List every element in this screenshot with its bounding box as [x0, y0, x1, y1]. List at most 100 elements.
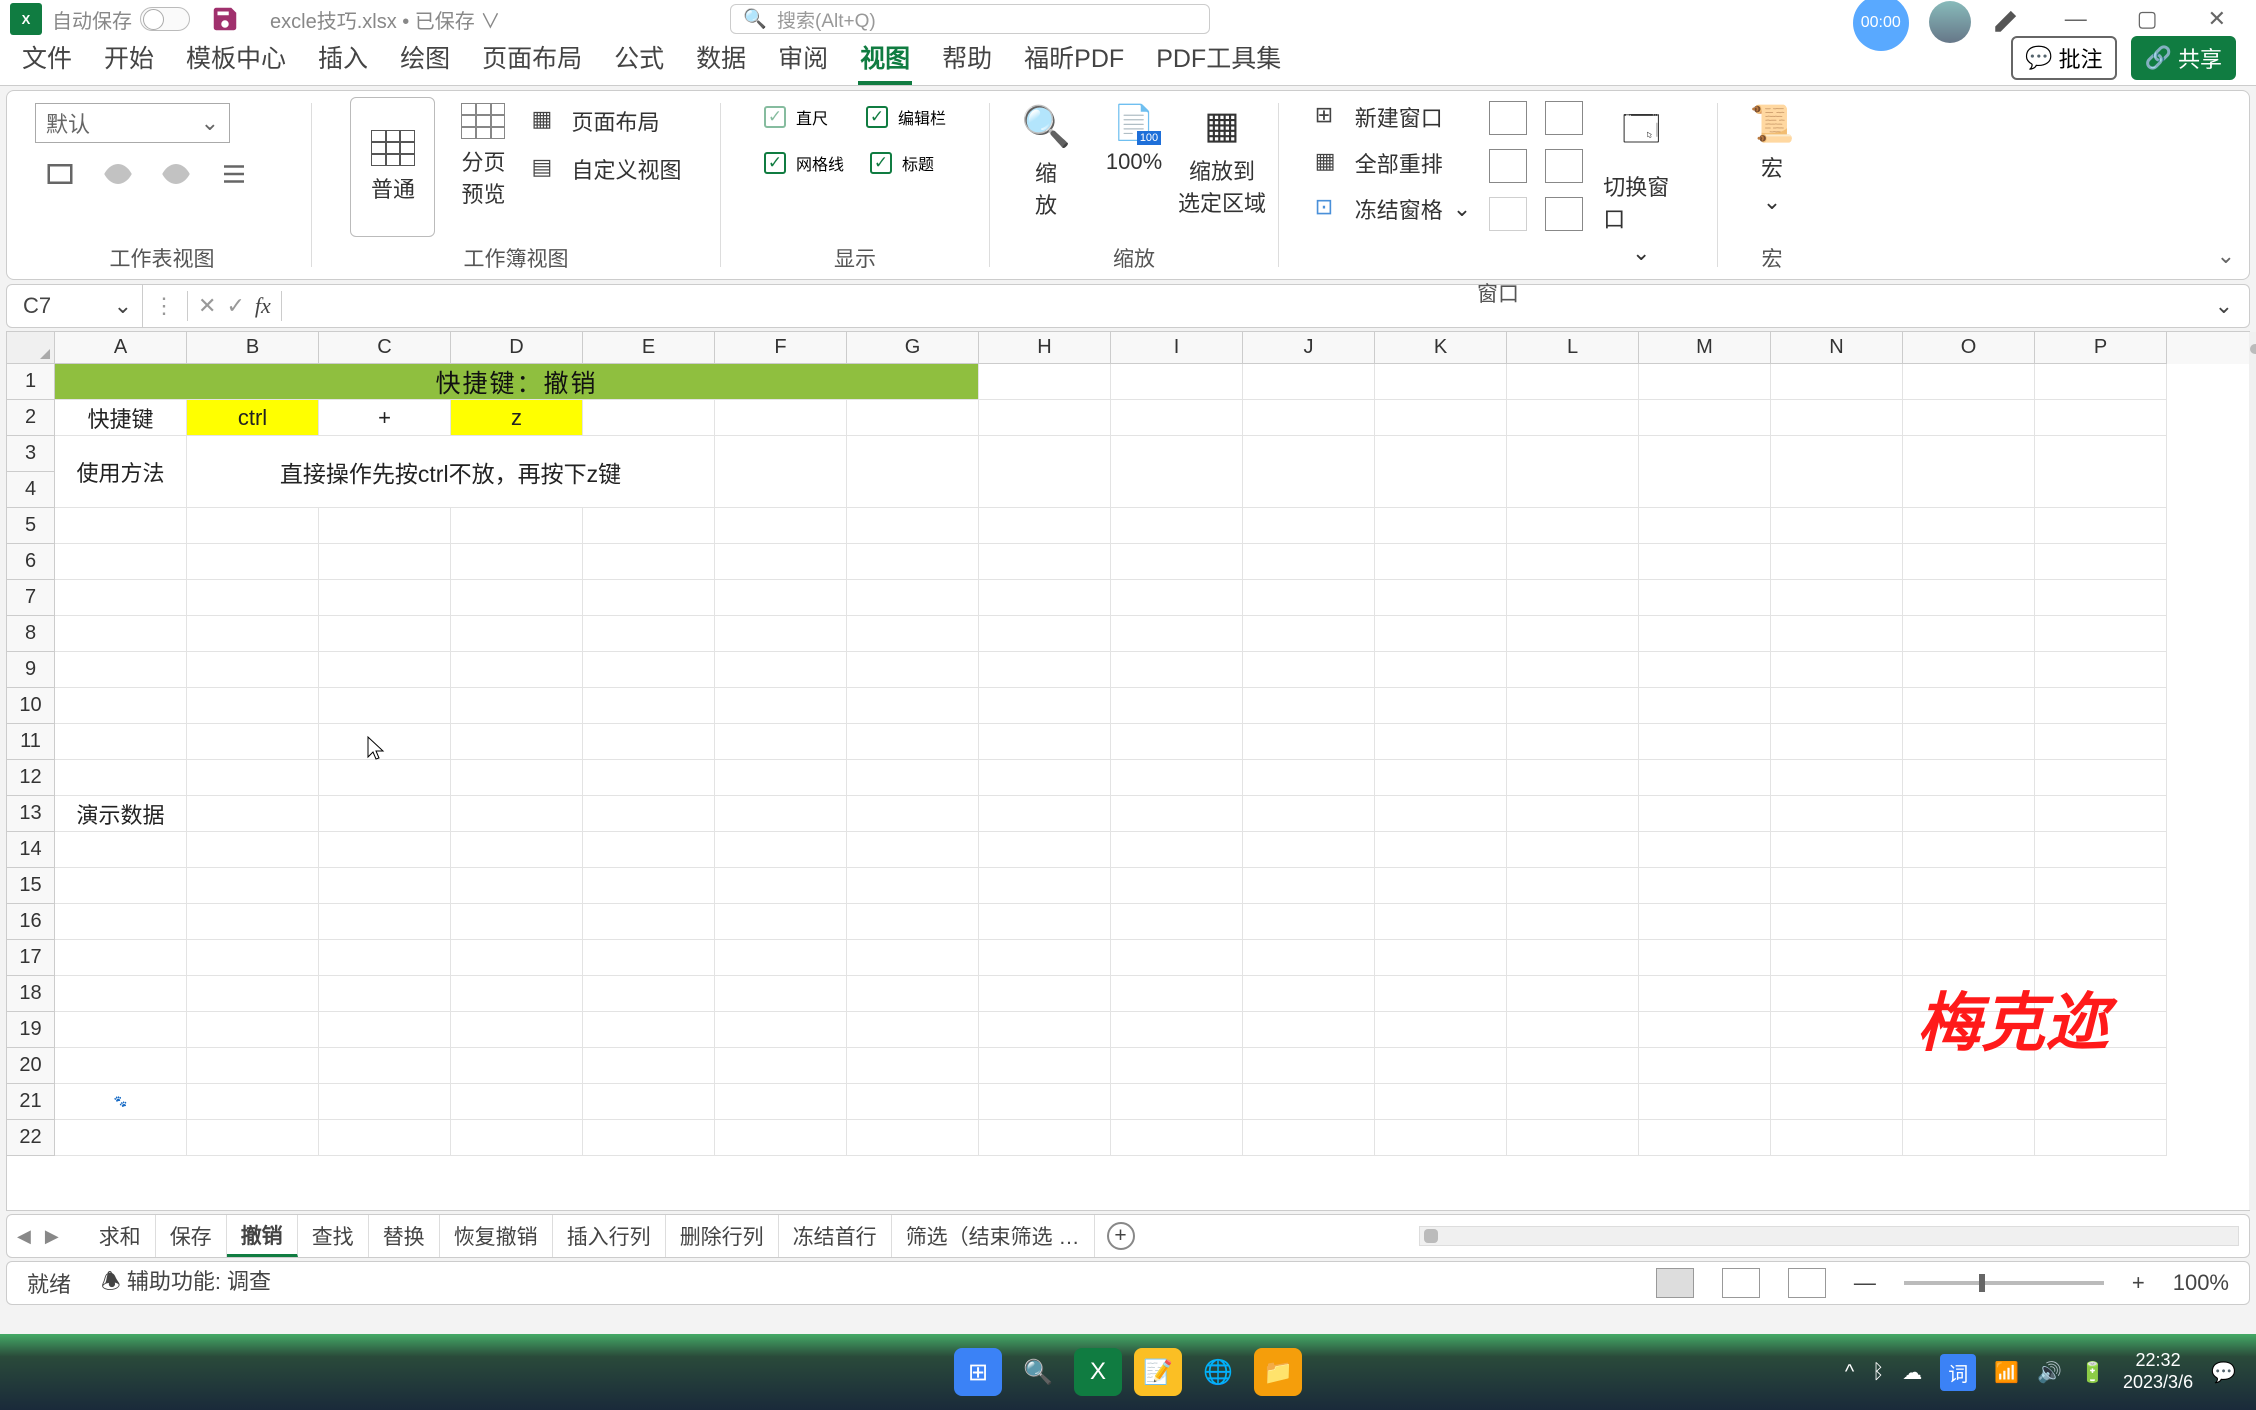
cell[interactable] [715, 580, 847, 616]
exit-icon[interactable] [101, 159, 135, 189]
col-header[interactable]: I [1111, 332, 1243, 364]
sheet-tab[interactable]: 替换 [369, 1215, 440, 1257]
cell[interactable] [583, 868, 715, 904]
cell[interactable] [1111, 1120, 1243, 1156]
search-input[interactable]: 🔍 搜索(Alt+Q) [730, 4, 1210, 34]
wifi-icon[interactable]: 📶 [1994, 1360, 2019, 1385]
cell[interactable] [319, 1048, 451, 1084]
cell[interactable] [1639, 904, 1771, 940]
cell[interactable]: z [451, 400, 583, 436]
row-header[interactable]: 19 [7, 1012, 55, 1048]
cell[interactable] [1639, 976, 1771, 1012]
cell[interactable] [2035, 364, 2167, 400]
macros-button[interactable]: 📜宏⌄ [1732, 97, 1812, 221]
row-header[interactable]: 4 [7, 472, 55, 508]
cell[interactable] [1375, 868, 1507, 904]
cell[interactable] [1507, 1012, 1639, 1048]
cell[interactable] [979, 796, 1111, 832]
cell[interactable] [55, 544, 187, 580]
cell[interactable] [1507, 508, 1639, 544]
cell[interactable] [1111, 724, 1243, 760]
cell[interactable] [319, 580, 451, 616]
cell[interactable] [1243, 364, 1375, 400]
cell[interactable] [1639, 760, 1771, 796]
cell[interactable] [1639, 364, 1771, 400]
cell[interactable] [1375, 760, 1507, 796]
cell[interactable] [583, 1120, 715, 1156]
cell[interactable] [1111, 652, 1243, 688]
cell[interactable] [1375, 904, 1507, 940]
cell[interactable] [1375, 1084, 1507, 1120]
cell[interactable] [1507, 436, 1639, 508]
cell[interactable]: + [319, 400, 451, 436]
cell[interactable] [2035, 436, 2167, 508]
cell[interactable] [583, 904, 715, 940]
cell[interactable] [451, 724, 583, 760]
cell[interactable] [319, 976, 451, 1012]
cell[interactable] [847, 1084, 979, 1120]
cell[interactable] [1375, 364, 1507, 400]
cell[interactable]: ctrl [187, 400, 319, 436]
cell[interactable] [583, 400, 715, 436]
close-icon[interactable]: ✕ [2208, 6, 2226, 32]
tab-layout[interactable]: 页面布局 [480, 35, 584, 85]
cell[interactable] [187, 832, 319, 868]
cell[interactable] [1243, 976, 1375, 1012]
cell[interactable] [1243, 616, 1375, 652]
cell[interactable] [2035, 652, 2167, 688]
row-header[interactable]: 1 [7, 364, 55, 400]
cell[interactable] [1375, 1120, 1507, 1156]
cell[interactable] [1507, 616, 1639, 652]
cell[interactable] [319, 688, 451, 724]
file-name[interactable]: excle技巧.xlsx • 已保存 ∨ [270, 5, 500, 34]
pagelayout-view-icon[interactable] [1722, 1268, 1760, 1298]
cell[interactable] [979, 724, 1111, 760]
cell[interactable] [979, 616, 1111, 652]
cell[interactable] [715, 940, 847, 976]
row-header[interactable]: 14 [7, 832, 55, 868]
ruler-checkbox[interactable]: ✓直尺 [764, 105, 828, 129]
row-header[interactable]: 15 [7, 868, 55, 904]
cell[interactable] [1639, 868, 1771, 904]
cell[interactable] [451, 940, 583, 976]
cell[interactable] [55, 688, 187, 724]
cell[interactable] [1771, 796, 1903, 832]
cell[interactable] [979, 400, 1111, 436]
cell[interactable] [847, 652, 979, 688]
cell[interactable] [1243, 832, 1375, 868]
cell[interactable] [187, 1120, 319, 1156]
row-header[interactable]: 12 [7, 760, 55, 796]
tab-foxitpdf[interactable]: 福昕PDF [1022, 35, 1126, 85]
cell[interactable] [1771, 868, 1903, 904]
cell[interactable] [451, 832, 583, 868]
col-header[interactable]: P [2035, 332, 2167, 364]
cell[interactable] [1111, 616, 1243, 652]
cell[interactable]: 直接操作先按ctrl不放，再按下z键 [187, 436, 715, 508]
col-header[interactable]: G [847, 332, 979, 364]
sheet-tab[interactable]: 查找 [298, 1215, 369, 1257]
col-header[interactable]: C [319, 332, 451, 364]
cell[interactable] [1639, 544, 1771, 580]
col-header[interactable]: B [187, 332, 319, 364]
cell[interactable] [583, 616, 715, 652]
cell[interactable] [451, 580, 583, 616]
cell[interactable] [1375, 400, 1507, 436]
cell[interactable] [1375, 940, 1507, 976]
cell[interactable] [2035, 544, 2167, 580]
cell[interactable] [187, 724, 319, 760]
cell[interactable] [451, 652, 583, 688]
prev-sheet-icon[interactable]: ◀ [17, 1226, 31, 1247]
cell[interactable] [715, 436, 847, 508]
battery-icon[interactable]: 🔋 [2080, 1360, 2105, 1385]
volume-icon[interactable]: 🔊 [2037, 1360, 2062, 1385]
cell[interactable] [55, 760, 187, 796]
fx-icon[interactable]: fx [255, 293, 271, 319]
cell[interactable] [2035, 580, 2167, 616]
col-header[interactable]: F [715, 332, 847, 364]
cell[interactable]: 快捷键：撤销 [55, 364, 979, 400]
zoom-in-icon[interactable]: + [2132, 1270, 2145, 1296]
cell[interactable] [1111, 976, 1243, 1012]
cell[interactable] [979, 436, 1111, 508]
cell[interactable] [715, 1120, 847, 1156]
cell[interactable] [1639, 400, 1771, 436]
